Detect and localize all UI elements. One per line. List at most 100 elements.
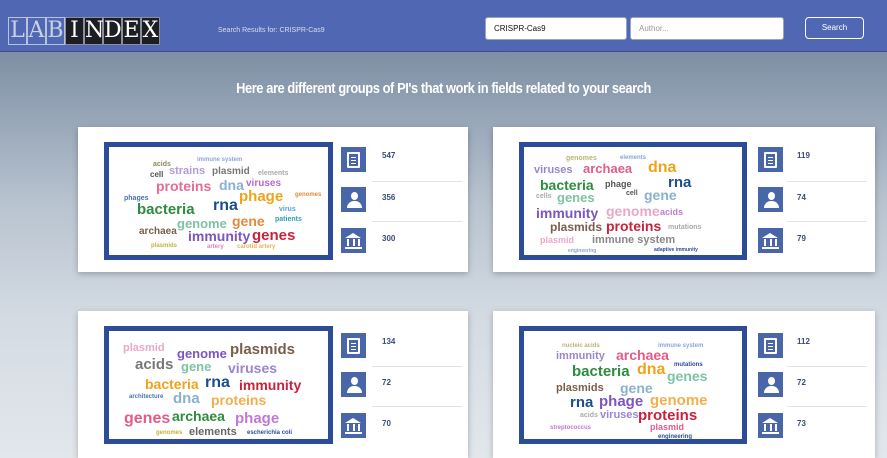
- logo-letter: X: [141, 17, 160, 45]
- pi-group-card[interactable]: plasmid genome plasmids acids gene virus…: [78, 311, 468, 458]
- author-input[interactable]: Author...: [630, 17, 784, 40]
- pi-group-card[interactable]: nucleic acids immune system immunity arc…: [493, 311, 875, 458]
- pi-group-card[interactable]: acids immune system cell strains plasmid…: [78, 127, 468, 272]
- word-cloud-term: bacteria: [145, 376, 199, 392]
- word-cloud-term: viruses: [534, 164, 573, 176]
- word-cloud[interactable]: genomes elements viruses archaea dna bac…: [519, 142, 747, 260]
- divider: [787, 221, 867, 222]
- word-cloud-term: phage: [239, 188, 284, 205]
- word-cloud-term: genes: [667, 368, 708, 384]
- word-cloud-term: immunity: [556, 350, 605, 362]
- word-cloud[interactable]: nucleic acids immune system immunity arc…: [519, 326, 747, 444]
- institution-icon: [341, 413, 366, 438]
- word-cloud-term: strains: [169, 165, 206, 177]
- labindex-logo[interactable]: L A B I N D E X: [8, 17, 160, 45]
- publications-icon: [758, 147, 783, 172]
- word-cloud-term: plasmid: [212, 166, 250, 177]
- logo-letter: A: [27, 17, 46, 45]
- word-cloud[interactable]: acids immune system cell strains plasmid…: [104, 142, 333, 260]
- people-count: 72: [382, 378, 391, 387]
- word-cloud-term: immune system: [197, 157, 243, 163]
- word-cloud-term: proteins: [156, 178, 212, 194]
- word-cloud-term: proteins: [638, 407, 698, 424]
- word-cloud-term: archaea: [583, 161, 633, 176]
- word-cloud-term: acids: [580, 412, 598, 419]
- people-icon: [758, 187, 783, 212]
- word-cloud-term: genome: [650, 392, 708, 409]
- people-icon: [341, 372, 366, 397]
- publications-count: 112: [797, 337, 810, 346]
- publications-icon: [758, 333, 783, 358]
- institution-icon: [341, 228, 366, 253]
- logo-letter: N: [84, 17, 105, 45]
- word-cloud-term: bacteria: [137, 201, 195, 218]
- word-cloud-term: plasmids: [556, 382, 604, 394]
- word-cloud[interactable]: plasmid genome plasmids acids gene virus…: [104, 326, 333, 444]
- word-cloud-term: architecture: [129, 394, 164, 400]
- word-cloud-term: genomes: [156, 430, 183, 436]
- word-cloud-term: cells: [536, 193, 552, 200]
- word-cloud-term: carotid artery: [237, 244, 276, 250]
- word-cloud-term: rna: [205, 374, 230, 391]
- word-cloud-term: proteins: [211, 392, 267, 408]
- word-cloud-term: genes: [124, 410, 171, 427]
- word-cloud-term: plasmids: [230, 341, 296, 358]
- word-cloud-term: archaea: [172, 408, 225, 424]
- search-button[interactable]: Search: [805, 17, 864, 39]
- word-cloud-term: engineering: [568, 248, 597, 254]
- word-cloud-term: virus: [279, 206, 296, 213]
- word-cloud-term: dna: [637, 361, 666, 378]
- word-cloud-term: engineering: [658, 434, 693, 440]
- publications-count: 547: [382, 151, 396, 160]
- divider: [372, 181, 462, 182]
- word-cloud-term: phage: [235, 410, 280, 427]
- word-cloud-term: artery: [207, 244, 224, 250]
- word-cloud-term: immune system: [592, 234, 676, 246]
- word-cloud-term: viruses: [228, 360, 278, 376]
- word-cloud-term: adaptive immunity: [654, 247, 698, 253]
- publications-count: 134: [382, 337, 396, 346]
- search-results-breadcrumb: Search Results for: CRISPR-Cas9: [218, 27, 325, 34]
- word-cloud-term: proteins: [606, 218, 662, 234]
- page-heading: Here are different groups of PI's that w…: [236, 80, 651, 97]
- word-cloud-term: viruses: [600, 409, 639, 421]
- institution-icon: [758, 413, 783, 438]
- word-cloud-term: mutations: [668, 224, 702, 231]
- word-cloud-term: elements: [189, 426, 237, 438]
- pi-group-card[interactable]: genomes elements viruses archaea dna bac…: [493, 127, 875, 272]
- word-cloud-term: plasmids: [151, 243, 178, 249]
- people-icon: [341, 187, 366, 212]
- word-cloud-term: genome: [606, 203, 660, 219]
- search-input[interactable]: CRISPR-Cas9: [485, 17, 627, 40]
- word-cloud-term: gene: [232, 213, 265, 229]
- word-cloud-term: rna: [213, 197, 238, 214]
- people-count: 74: [797, 193, 806, 202]
- word-cloud-term: plasmid: [540, 235, 575, 245]
- publications-count: 119: [797, 151, 810, 160]
- word-cloud-term: streptococcus: [550, 425, 592, 431]
- word-cloud-term: plasmid: [650, 422, 685, 432]
- logo-letter: L: [8, 17, 27, 45]
- people-count: 72: [797, 378, 806, 387]
- word-cloud-term: dna: [173, 390, 200, 407]
- word-cloud-term: immunity: [188, 228, 251, 244]
- institutions-count: 300: [382, 234, 396, 243]
- word-cloud-term: genomes: [295, 192, 322, 198]
- logo-letter: D: [103, 17, 122, 45]
- word-cloud-term: phage: [605, 179, 632, 189]
- word-cloud-term: immunity: [536, 205, 599, 221]
- institutions-count: 70: [382, 419, 391, 428]
- institution-icon: [758, 228, 783, 253]
- divider: [372, 406, 462, 407]
- divider: [787, 366, 867, 367]
- word-cloud-term: gene: [644, 187, 677, 203]
- logo-letter: B: [46, 17, 65, 45]
- divider: [787, 181, 867, 182]
- word-cloud-term: phage: [599, 393, 644, 410]
- people-icon: [758, 372, 783, 397]
- logo-letter: E: [122, 17, 141, 45]
- word-cloud-term: escherichia coli: [247, 430, 293, 436]
- publications-icon: [341, 333, 366, 358]
- top-navigation-bar: L A B I N D E X Search Results for: CRIS…: [0, 0, 887, 52]
- divider: [787, 406, 867, 407]
